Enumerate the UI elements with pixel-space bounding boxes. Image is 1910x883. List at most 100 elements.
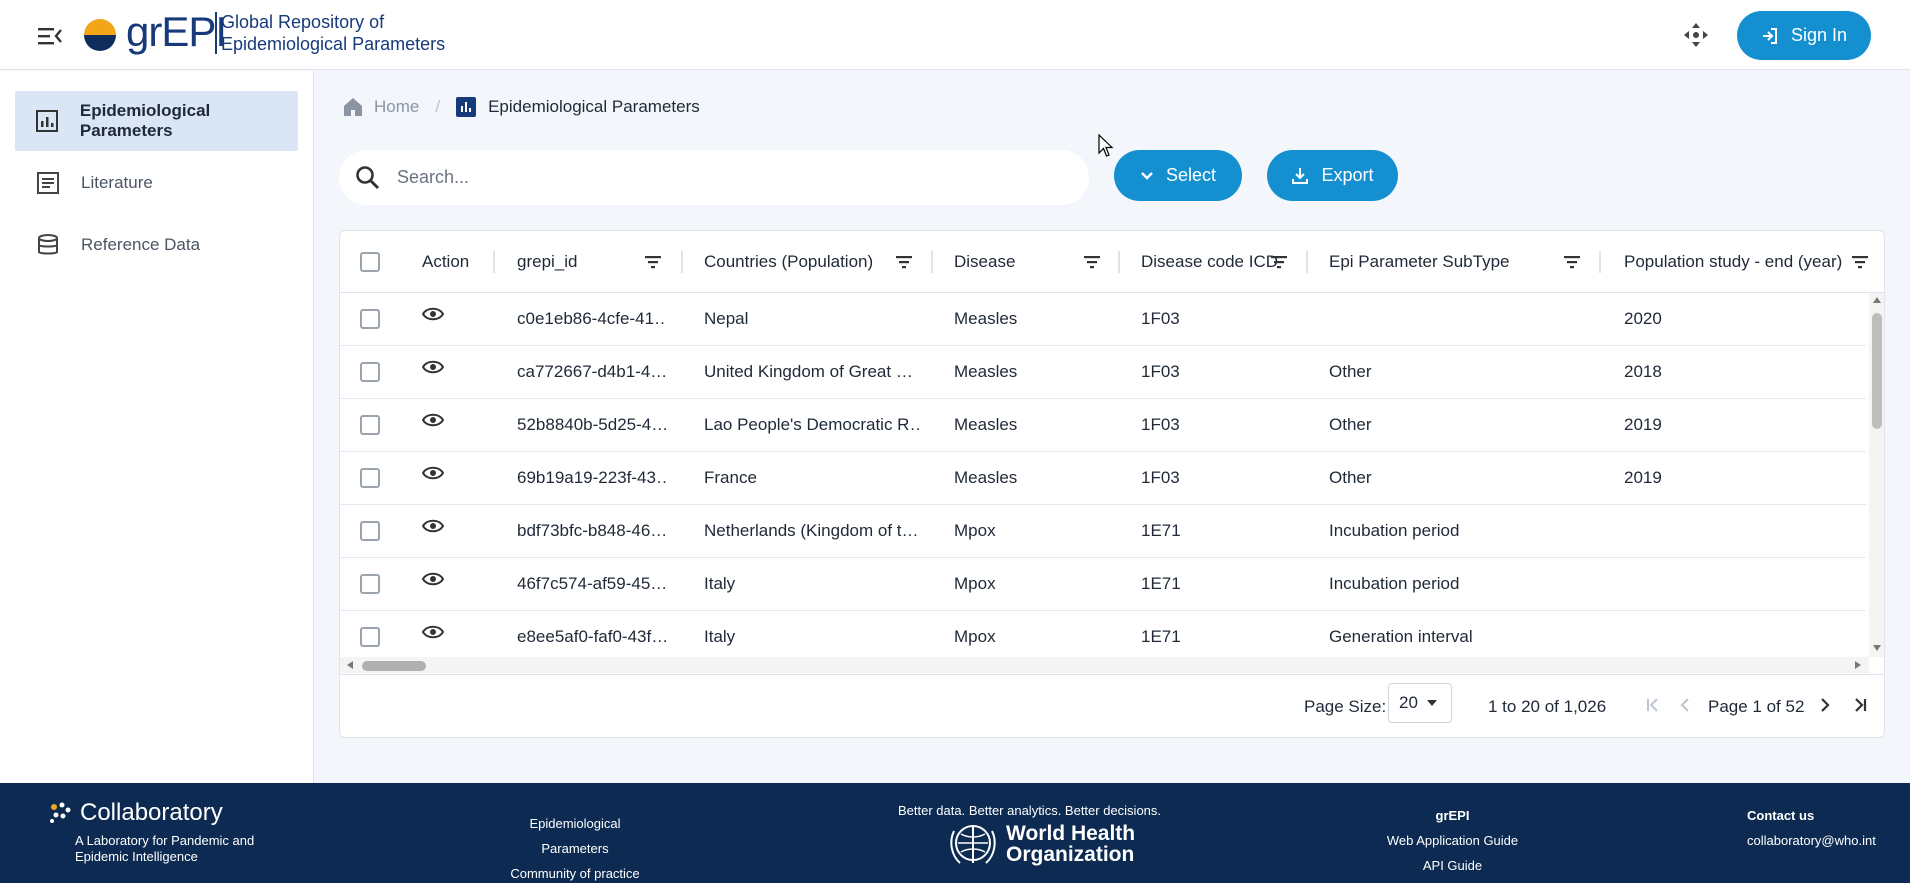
vertical-scroll-thumb[interactable] xyxy=(1872,313,1882,429)
cell-end-year xyxy=(1624,505,1844,557)
sign-in-button[interactable]: Sign In xyxy=(1737,11,1871,60)
who-logo[interactable]: World Health Organization xyxy=(946,819,1135,869)
export-button[interactable]: Export xyxy=(1267,150,1398,201)
logo-subtitle-line1: Global Repository of xyxy=(221,12,385,32)
table-row[interactable]: c0e1eb86-4cfe-41… Nepal Measles 1F03 202… xyxy=(340,293,1866,346)
logo-subtitle: Global Repository of Epidemiological Par… xyxy=(221,11,445,55)
vertical-scrollbar[interactable] xyxy=(1869,293,1884,657)
collaboratory-subtitle-line2: Epidemic Intelligence xyxy=(75,849,198,864)
row-checkbox[interactable] xyxy=(360,521,380,541)
table-row[interactable]: 52b8840b-5d25-4… Lao People's Democratic… xyxy=(340,399,1866,452)
eye-icon[interactable] xyxy=(422,518,444,534)
cell-country: Netherlands (Kingdom of t… xyxy=(704,521,919,540)
column-header-population-study-end[interactable]: Population study - end (year) xyxy=(1624,231,1842,293)
scroll-right-icon[interactable] xyxy=(1855,661,1861,669)
eye-icon[interactable] xyxy=(422,571,444,587)
scroll-up-icon[interactable] xyxy=(1873,297,1881,303)
filter-icon[interactable] xyxy=(1270,253,1288,271)
eye-icon[interactable] xyxy=(422,412,444,428)
column-header-grepi-id[interactable]: grepi_id xyxy=(517,231,578,293)
breadcrumb-home[interactable]: Home xyxy=(342,96,419,118)
last-page-icon[interactable] xyxy=(1849,693,1871,717)
caret-down-icon xyxy=(1426,700,1437,706)
eye-icon[interactable] xyxy=(422,465,444,481)
footer-link-web-guide[interactable]: Web Application Guide xyxy=(1380,828,1525,853)
cell-icd: 1E71 xyxy=(1141,574,1181,593)
eye-icon[interactable] xyxy=(422,306,444,322)
first-page-icon[interactable] xyxy=(1642,693,1664,717)
breadcrumb-current-label: Epidemiological Parameters xyxy=(488,97,700,116)
cell-subtype xyxy=(1329,293,1579,345)
page-size-select[interactable]: 20 xyxy=(1388,683,1452,723)
cell-grepi-id: c0e1eb86-4cfe-41… xyxy=(517,309,667,328)
filter-icon[interactable] xyxy=(895,253,913,271)
cell-grepi-id: e8ee5af0-faf0-43f… xyxy=(517,627,667,646)
column-header-epi-parameter-subtype[interactable]: Epi Parameter SubType xyxy=(1329,231,1509,293)
select-button[interactable]: Select xyxy=(1114,150,1242,201)
app-header: grEPI Global Repository of Epidemiologic… xyxy=(0,0,1910,70)
column-header-disease[interactable]: Disease xyxy=(954,231,1015,293)
row-checkbox[interactable] xyxy=(360,309,380,329)
cell-end-year xyxy=(1624,558,1844,610)
move-arrows-icon[interactable] xyxy=(1682,21,1710,49)
cell-icd: 1F03 xyxy=(1141,468,1180,487)
filter-icon[interactable] xyxy=(644,253,662,271)
table-row[interactable]: 46f7c574-af59-45… Italy Mpox 1E71 Incuba… xyxy=(340,558,1866,611)
table-row[interactable]: e8ee5af0-faf0-43f… Italy Mpox 1E71 Gener… xyxy=(340,611,1866,657)
next-page-icon[interactable] xyxy=(1814,693,1836,717)
table-row[interactable]: 69b19a19-223f-43… France Measles 1F03 Ot… xyxy=(340,452,1866,505)
sidebar-item-reference-data[interactable]: Reference Data xyxy=(15,215,298,275)
footer-link-epidemiological-parameters[interactable]: Epidemiological Parameters xyxy=(495,811,655,861)
menu-collapse-icon[interactable] xyxy=(36,24,64,48)
column-resize-handle[interactable] xyxy=(493,251,495,273)
column-header-action[interactable]: Action xyxy=(422,231,469,293)
footer-link-community[interactable]: Community of practice xyxy=(495,861,655,883)
breadcrumb: Home / Epidemiological Parameters xyxy=(342,96,700,118)
breadcrumb-home-label: Home xyxy=(374,97,420,116)
horizontal-scrollbar[interactable] xyxy=(340,657,1869,673)
cell-country: France xyxy=(704,468,757,487)
eye-icon[interactable] xyxy=(422,359,444,375)
table-row[interactable]: ca772667-d4b1-4… United Kingdom of Great… xyxy=(340,346,1866,399)
scroll-left-icon[interactable] xyxy=(347,661,353,669)
select-label: Select xyxy=(1165,165,1217,185)
scroll-down-icon[interactable] xyxy=(1873,645,1881,651)
sidebar-item-label: Reference Data xyxy=(81,235,201,254)
row-checkbox[interactable] xyxy=(360,468,380,488)
search-input[interactable] xyxy=(397,167,1057,188)
column-resize-handle[interactable] xyxy=(931,251,933,273)
document-list-icon xyxy=(35,170,61,196)
footer-grepi-section: grEPI Web Application Guide API Guide xyxy=(1380,803,1525,878)
row-checkbox[interactable] xyxy=(360,574,380,594)
page-size-label: Page Size: xyxy=(1304,697,1387,716)
column-header-disease-code-icd[interactable]: Disease code ICD xyxy=(1141,231,1278,293)
table-row[interactable]: bdf73bfc-b848-46… Netherlands (Kingdom o… xyxy=(340,505,1866,558)
collaboratory-title: Collaboratory xyxy=(80,799,223,826)
row-checkbox[interactable] xyxy=(360,415,380,435)
column-resize-handle[interactable] xyxy=(1599,251,1601,273)
row-checkbox[interactable] xyxy=(360,627,380,647)
column-resize-handle[interactable] xyxy=(681,251,683,273)
footer-contact-section: Contact us collaboratory@who.int xyxy=(1747,803,1876,853)
column-resize-handle[interactable] xyxy=(1306,251,1308,273)
eye-icon[interactable] xyxy=(422,624,444,640)
search-box[interactable] xyxy=(339,150,1089,205)
cell-icd: 1F03 xyxy=(1141,362,1180,381)
column-resize-handle[interactable] xyxy=(1118,251,1120,273)
column-header-countries[interactable]: Countries (Population) xyxy=(704,231,873,293)
row-checkbox[interactable] xyxy=(360,362,380,382)
select-all-checkbox[interactable] xyxy=(360,252,380,272)
collaboratory-logo[interactable]: Collaboratory xyxy=(48,799,223,827)
who-tagline: Better data. Better analytics. Better de… xyxy=(898,803,1162,818)
cell-subtype: Other xyxy=(1329,362,1372,381)
data-grid: Action grepi_id Countries (Population) D… xyxy=(339,230,1885,738)
horizontal-scroll-thumb[interactable] xyxy=(362,661,426,671)
sidebar-item-epidemiological-parameters[interactable]: Epidemiological Parameters xyxy=(15,91,298,151)
sidebar-item-literature[interactable]: Literature xyxy=(15,153,298,213)
filter-icon[interactable] xyxy=(1083,253,1101,271)
footer-link-api-guide[interactable]: API Guide xyxy=(1380,853,1525,878)
footer-contact-email[interactable]: collaboratory@who.int xyxy=(1747,828,1876,853)
filter-icon[interactable] xyxy=(1563,253,1581,271)
filter-icon[interactable] xyxy=(1851,253,1869,271)
previous-page-icon[interactable] xyxy=(1674,693,1696,717)
